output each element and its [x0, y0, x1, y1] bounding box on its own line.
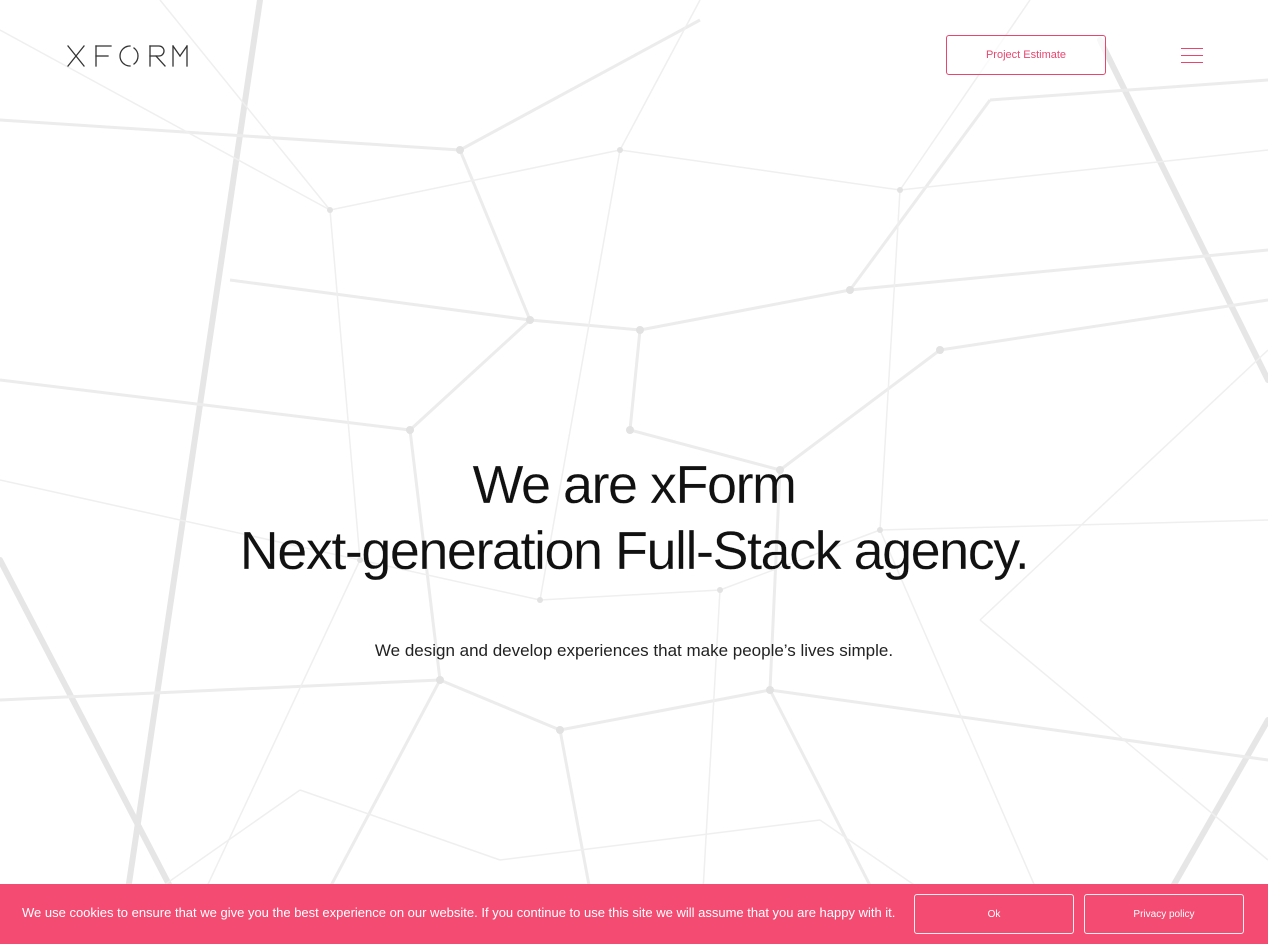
- hero-subtitle: We design and develop experiences that m…: [374, 641, 894, 660]
- hero-title-line-2: Next-generation Full-Stack agency.: [239, 521, 1030, 581]
- cookie-banner: We use cookies to ensure that we give yo…: [0, 884, 1268, 944]
- hero-title-line-1: We are xForm: [472, 455, 797, 515]
- cookie-ok-button[interactable]: Ok: [914, 894, 1074, 934]
- project-estimate-button[interactable]: Project Estimate: [946, 35, 1106, 75]
- cookie-message: We use cookies to ensure that we give yo…: [22, 905, 896, 920]
- hamburger-menu-icon[interactable]: [1178, 44, 1206, 66]
- hero-section: We are xForm Next-generation Full-Stack …: [0, 452, 1268, 584]
- privacy-policy-button[interactable]: Privacy policy: [1084, 894, 1244, 934]
- xform-logo[interactable]: [66, 44, 190, 68]
- hero-title: We are xForm Next-generation Full-Stack …: [0, 452, 1268, 584]
